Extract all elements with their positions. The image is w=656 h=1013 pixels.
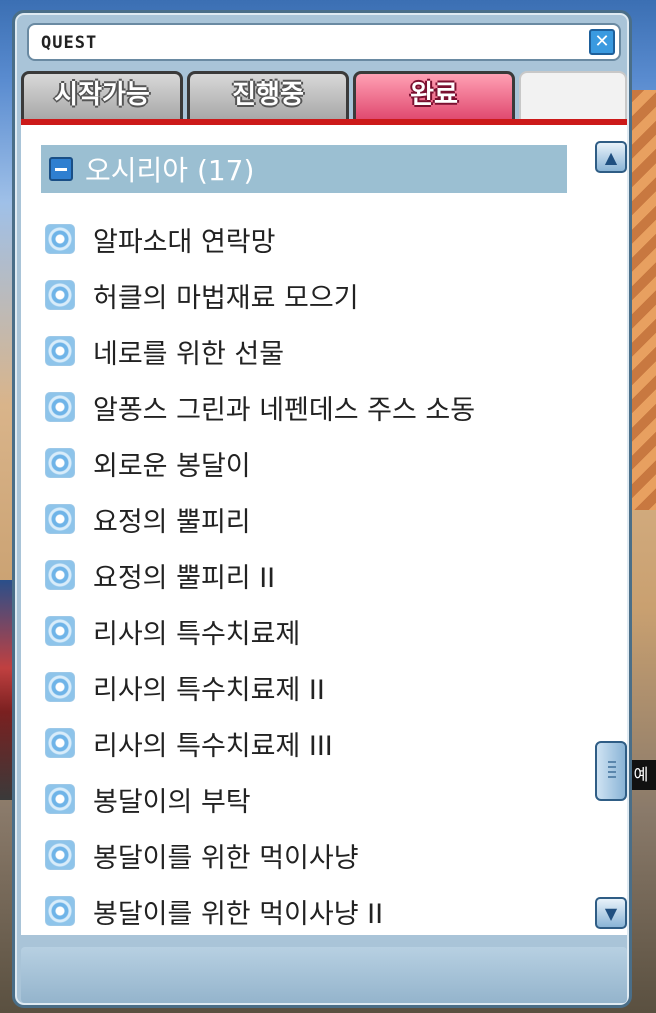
quest-window: QUEST ✕ 시작가능 진행중 완료 오시리아 (17) 알파소대 연락망 허… xyxy=(12,10,632,1008)
list-item[interactable]: 요정의 뿔피리 II xyxy=(41,547,581,603)
list-item[interactable]: 리사의 특수치료제 III xyxy=(41,715,581,771)
quest-label: 네로를 위한 선물 xyxy=(93,338,285,370)
quest-label: 리사의 특수치료제 II xyxy=(93,674,325,706)
scroll-up-icon[interactable]: ▲ xyxy=(595,141,627,173)
scrollbar[interactable]: ▲ ▼ xyxy=(595,141,627,931)
collapse-icon[interactable] xyxy=(49,157,73,181)
quest-icon xyxy=(45,616,75,646)
quest-label: 봉달이를 위한 먹이사냥 II xyxy=(93,898,384,930)
list-item[interactable]: 알파소대 연락망 xyxy=(41,211,581,267)
list-item[interactable]: 외로운 봉달이 xyxy=(41,435,581,491)
quest-label: 알파소대 연락망 xyxy=(93,226,276,258)
tab-available[interactable]: 시작가능 xyxy=(21,71,183,119)
list-item[interactable]: 리사의 특수치료제 xyxy=(41,603,581,659)
scroll-thumb[interactable] xyxy=(595,741,627,801)
group-title: 오시리아 (17) xyxy=(85,154,255,187)
quest-icon xyxy=(45,392,75,422)
quest-label: 외로운 봉달이 xyxy=(93,450,251,482)
quest-label: 알퐁스 그린과 네펜데스 주스 소동 xyxy=(93,394,476,426)
window-footer xyxy=(21,947,627,1003)
quest-list-panel: 오시리아 (17) 알파소대 연락망 허클의 마법재료 모으기 네로를 위한 선… xyxy=(21,125,627,935)
quest-icon xyxy=(45,224,75,254)
quest-icon xyxy=(45,504,75,534)
list-item[interactable]: 허클의 마법재료 모으기 xyxy=(41,267,581,323)
quest-label: 요정의 뿔피리 xyxy=(93,506,251,538)
quest-label: 요정의 뿔피리 II xyxy=(93,562,276,594)
group-header[interactable]: 오시리아 (17) xyxy=(41,145,567,193)
window-title: QUEST xyxy=(41,33,98,53)
list-item[interactable]: 요정의 뿔피리 xyxy=(41,491,581,547)
list-item[interactable]: 네로를 위한 선물 xyxy=(41,323,581,379)
list-item[interactable]: 봉달이의 부탁 xyxy=(41,771,581,827)
quest-label: 리사의 특수치료제 III xyxy=(93,730,333,762)
tab-bar: 시작가능 진행중 완료 xyxy=(21,71,627,119)
quest-icon xyxy=(45,560,75,590)
list-item[interactable]: 봉달이를 위한 먹이사냥 xyxy=(41,827,581,883)
list-item[interactable]: 리사의 특수치료제 II xyxy=(41,659,581,715)
tab-completed[interactable]: 완료 xyxy=(353,71,515,119)
scroll-down-icon[interactable]: ▼ xyxy=(595,897,627,929)
quest-label: 봉달이를 위한 먹이사냥 xyxy=(93,842,359,874)
quest-icon xyxy=(45,672,75,702)
quest-icon xyxy=(45,448,75,478)
quest-label: 리사의 특수치료제 xyxy=(93,618,301,650)
quest-icon xyxy=(45,336,75,366)
list-item[interactable]: 알퐁스 그린과 네펜데스 주스 소동 xyxy=(41,379,581,435)
close-icon[interactable]: ✕ xyxy=(589,29,615,55)
list-item[interactable]: 봉달이를 위한 먹이사냥 II xyxy=(41,883,581,939)
tab-bar-spacer xyxy=(519,71,627,119)
quest-icon xyxy=(45,840,75,870)
title-bar[interactable]: QUEST ✕ xyxy=(27,23,621,61)
quest-list: 알파소대 연락망 허클의 마법재료 모으기 네로를 위한 선물 알퐁스 그린과 … xyxy=(41,211,581,939)
quest-icon xyxy=(45,784,75,814)
quest-label: 허클의 마법재료 모으기 xyxy=(93,282,359,314)
quest-icon xyxy=(45,728,75,758)
tab-in-progress[interactable]: 진행중 xyxy=(187,71,349,119)
quest-icon xyxy=(45,280,75,310)
quest-icon xyxy=(45,896,75,926)
quest-label: 봉달이의 부탁 xyxy=(93,786,251,818)
